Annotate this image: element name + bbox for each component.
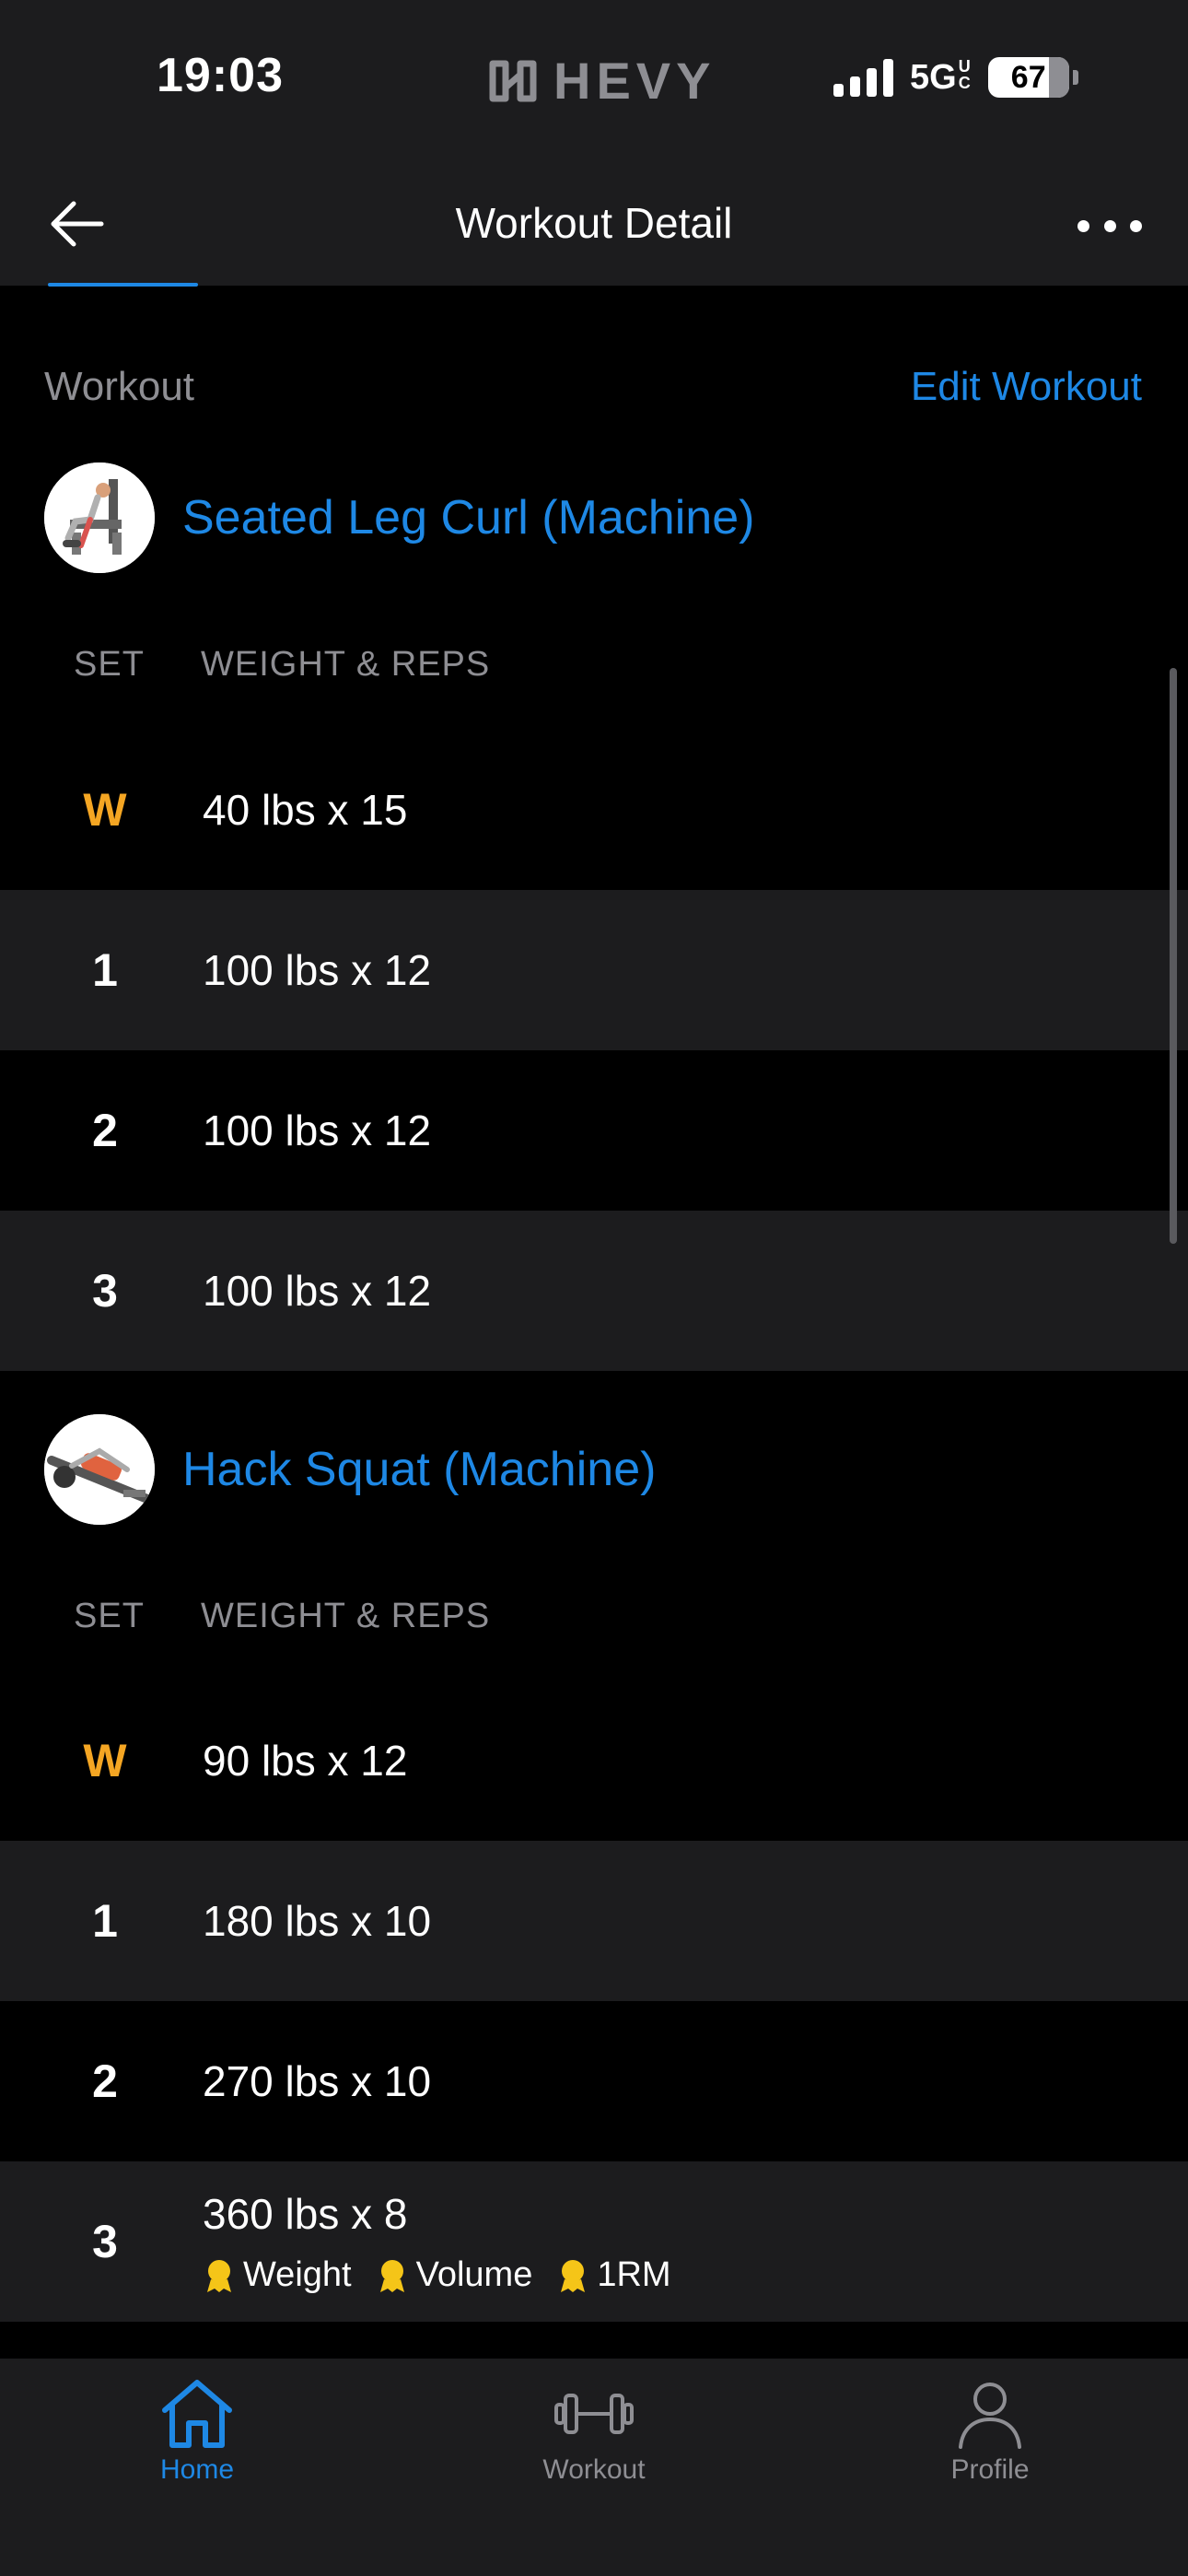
pr-badge-1rm: 1RM [554,2255,671,2295]
set-row: W 90 lbs x 12 [0,1680,1188,1841]
exercise-name[interactable]: Seated Leg Curl (Machine) [182,490,754,545]
set-number: 3 [92,1265,118,1317]
set-row: 3 360 lbs x 8 Weight Volume 1RM [0,2161,1188,2322]
medal-icon [207,2259,231,2292]
tab-bar: Home Workout Profile [0,2359,1188,2576]
page-title: Workout Detail [455,199,733,247]
home-icon [162,2380,232,2448]
pr-badges: Weight Volume 1RM [201,2255,671,2295]
set-number-warmup: W [83,1735,127,1786]
set-number: 1 [92,1895,118,1947]
battery-level: 67 [1010,59,1046,95]
set-weight-reps: 100 lbs x 12 [203,946,432,994]
set-row: 1 100 lbs x 12 [0,890,1188,1050]
set-number: 2 [92,1105,118,1156]
leg-curl-machine-icon [44,463,155,573]
network-label: 5G [910,57,957,97]
exercise-name[interactable]: Hack Squat (Machine) [182,1442,656,1497]
network-sup: UC [958,56,971,92]
tab-profile-label: Profile [950,2454,1030,2485]
column-header-weight-reps: WEIGHT & REPS [201,1597,491,1635]
pr-badge-label: Weight [243,2255,352,2294]
app-logo: HEVY [483,51,716,111]
pr-badge-weight: Weight [201,2255,352,2295]
set-row: 3 100 lbs x 12 [0,1211,1188,1371]
pr-badge-label: Volume [415,2255,533,2294]
profile-icon [959,2383,1021,2449]
section-label: Workout [44,364,195,409]
dumbbell-icon [554,2394,634,2434]
medal-icon [379,2259,404,2292]
nav-header: Workout Detail [0,161,1188,286]
scrollbar[interactable] [1170,668,1177,1244]
more-dot-icon [1130,219,1142,232]
hevy-logo-icon [489,60,537,101]
tab-home-label: Home [159,2454,235,2485]
status-time: 19:03 [157,49,284,102]
status-bar: 19:03 HEVY 5G UC 67 [0,0,1188,161]
set-weight-reps: 100 lbs x 12 [203,1107,432,1154]
status-indicators: 5G UC 67 [833,57,1078,98]
set-weight-reps: 270 lbs x 10 [203,2057,432,2105]
tab-indicator [48,283,198,287]
set-weight-reps: 180 lbs x 10 [203,1897,432,1945]
hack-squat-machine-icon [44,1414,155,1525]
medal-icon [561,2259,586,2292]
exercise-header[interactable]: Seated Leg Curl (Machine) [44,463,754,573]
edit-workout-button[interactable]: Edit Workout [911,364,1142,410]
set-weight-reps: 90 lbs x 12 [203,1737,408,1785]
tab-home[interactable]: Home [105,2377,289,2486]
tab-profile[interactable]: Profile [898,2377,1082,2486]
battery-icon: 67 [987,57,1078,98]
more-dot-icon [1077,219,1089,232]
set-weight-reps: 40 lbs x 15 [203,786,408,834]
pr-badge-label: 1RM [597,2255,671,2294]
signal-icon [833,58,893,97]
set-row: 2 100 lbs x 12 [0,1050,1188,1211]
set-row: 2 270 lbs x 10 [0,2001,1188,2161]
set-row: 1 180 lbs x 10 [0,1841,1188,2001]
set-number: 2 [92,2055,118,2107]
tab-workout-label: Workout [542,2454,646,2485]
logo-text: HEVY [553,52,716,110]
set-number: 1 [92,944,118,996]
set-number-warmup: W [83,784,127,836]
exercise-thumbnail [44,1414,155,1525]
column-header-set: SET [74,1597,145,1635]
set-number: 3 [92,2216,118,2267]
column-header-weight-reps: WEIGHT & REPS [201,645,491,684]
exercise-header[interactable]: Hack Squat (Machine) [44,1414,656,1525]
column-header-set: SET [74,645,145,684]
set-row: W 40 lbs x 15 [0,730,1188,890]
more-dot-icon [1103,219,1116,232]
pr-badge-volume: Volume [374,2255,533,2295]
network-indicator: 5G UC [910,58,972,98]
set-weight-reps: 100 lbs x 12 [203,1267,432,1315]
set-weight-reps: 360 lbs x 8 [203,2190,408,2238]
exercise-thumbnail [44,463,155,573]
more-options-button[interactable] [1077,207,1142,244]
tab-workout[interactable]: Workout [502,2377,686,2486]
